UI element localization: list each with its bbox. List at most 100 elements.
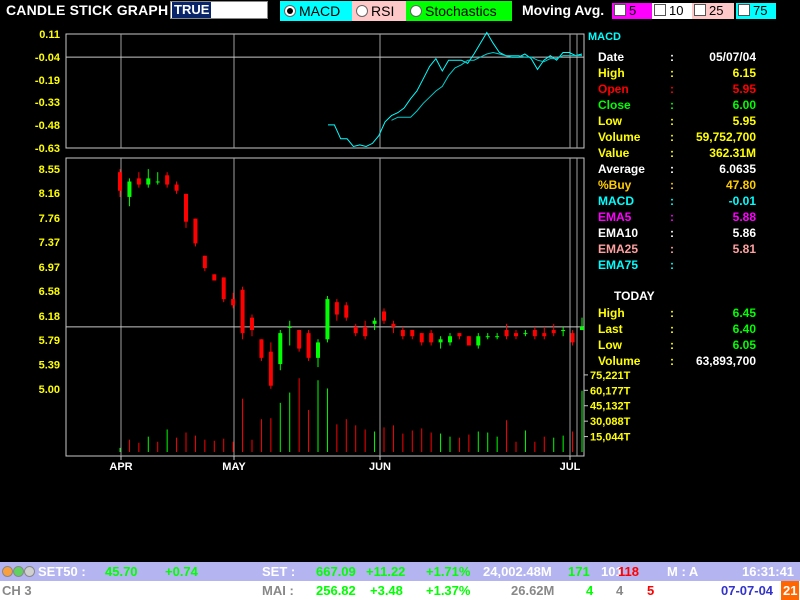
- candle-body: [202, 255, 207, 269]
- info-colon: :: [670, 130, 674, 144]
- info-colon: :: [670, 162, 674, 176]
- info-key: High: [598, 66, 625, 80]
- candle-body: [334, 302, 339, 315]
- ticker-mai-item: 07-07-04: [721, 583, 774, 598]
- info-colon: :: [670, 322, 674, 336]
- info-value: 6.45: [732, 306, 756, 320]
- info-value: 59,752,700: [695, 130, 756, 144]
- x-axis-month-label: JUL: [560, 461, 581, 473]
- info-row-ema25: EMA25: 5.81: [596, 241, 798, 257]
- info-colon: :: [670, 114, 674, 128]
- status-green-icon[interactable]: [13, 566, 24, 577]
- info-row-ema10: EMA10: 5.86: [596, 225, 798, 241]
- info-key: Low: [598, 114, 622, 128]
- candle-body: [316, 342, 320, 358]
- candle-body: [532, 330, 537, 337]
- info-key: Value: [598, 146, 630, 160]
- candle-body: [570, 333, 575, 343]
- info-key: EMA10: [598, 226, 639, 240]
- info-value: 362.31M: [709, 146, 756, 160]
- info-row-average: Average: 6.0635: [596, 161, 798, 177]
- info-row-high: High: 6.45: [596, 305, 798, 321]
- ticker-mai-item: 256.82: [316, 583, 356, 598]
- candle-body: [240, 289, 245, 334]
- info-row-open: Open: 5.95: [596, 81, 798, 97]
- info-key: Close: [598, 98, 631, 112]
- info-row-ema75: EMA75:: [596, 257, 798, 273]
- candle-body: [372, 320, 377, 324]
- candle-body: [400, 330, 405, 337]
- candle-body: [165, 175, 170, 185]
- info-value: 5.86: [732, 226, 756, 240]
- candle-body: [146, 178, 151, 185]
- candle-body: [306, 333, 311, 358]
- candle-body: [429, 333, 434, 343]
- info-key: EMA75: [598, 258, 639, 272]
- candle-body: [118, 172, 122, 191]
- ticker-set-item: 16:31:41: [742, 564, 795, 579]
- candle-body: [551, 330, 556, 334]
- candle-body: [485, 336, 490, 338]
- ticker-mai-item: 5: [647, 583, 655, 598]
- info-value: 6.0635: [719, 162, 756, 176]
- candle-body: [193, 218, 198, 244]
- price-y-tick-label: 6.18: [39, 311, 60, 323]
- candle-body: [514, 333, 518, 337]
- info-colon: :: [670, 258, 674, 272]
- macd-line: [328, 31, 583, 148]
- candle-body: [231, 299, 236, 306]
- candle-body: [410, 330, 415, 337]
- info-key: High: [598, 306, 625, 320]
- ticker-set-bar: SET50 : 45.70 +0.74 SET : 667.09 +11.22 +1.71%…: [0, 562, 800, 581]
- info-value: 6.05: [732, 338, 756, 352]
- candle-body: [155, 181, 160, 183]
- candle-body: [212, 274, 217, 281]
- macd-y-tick-label: -0.33: [35, 97, 60, 109]
- price-y-tick-label: 6.97: [39, 262, 60, 274]
- candle-body: [184, 193, 188, 222]
- ticker-mai-item: +1.37%: [426, 583, 471, 598]
- x-axis-month-label: MAY: [222, 461, 246, 473]
- price-y-tick-label: 7.37: [39, 237, 60, 249]
- info-key: EMA25: [598, 242, 639, 256]
- macd-y-tick-label: -0.63: [35, 143, 60, 155]
- candle-body: [523, 333, 528, 335]
- candle-body: [419, 333, 424, 343]
- candle-body: [325, 299, 330, 340]
- candle-body: [466, 336, 471, 346]
- ticker-mai-item: 26.62M: [511, 583, 555, 598]
- info-colon: :: [670, 354, 674, 368]
- info-colon: :: [670, 82, 674, 96]
- status-orange-icon[interactable]: [2, 566, 13, 577]
- info-key: Low: [598, 338, 622, 352]
- candle-body: [353, 326, 358, 334]
- info-row-last: Last: 6.40: [596, 321, 798, 337]
- ticker-set-item: 118: [618, 564, 639, 579]
- volume-y-tick-label: 45,132T: [590, 401, 631, 413]
- status-gray-icon[interactable]: [24, 566, 35, 577]
- volume-y-tick-label: 15,044T: [590, 432, 631, 444]
- info-row-buy: %Buy: 47.80: [596, 177, 798, 193]
- info-colon: :: [670, 66, 674, 80]
- price-y-tick-label: 5.00: [39, 384, 60, 396]
- info-colon: :: [670, 98, 674, 112]
- candle-body: [268, 351, 273, 386]
- info-colon: :: [670, 194, 674, 208]
- candle-body: [174, 184, 179, 191]
- candle-body: [448, 336, 452, 343]
- volume-y-tick-label: 30,088T: [590, 416, 631, 428]
- info-row-close: Close: 6.00: [596, 97, 798, 113]
- info-colon: :: [670, 242, 674, 256]
- info-key: EMA5: [598, 210, 632, 224]
- ticker-mai-item: +3.48: [370, 583, 403, 598]
- info-value: -0.01: [728, 194, 756, 208]
- ticker-mai-item: MAI :: [262, 583, 294, 598]
- x-axis-month-label: JUN: [369, 461, 391, 473]
- candle-body: [561, 330, 566, 332]
- info-row-volume: Volume: 59,752,700: [596, 129, 798, 145]
- candle-body: [495, 336, 500, 338]
- candle-body: [382, 311, 386, 321]
- info-value: 5.95: [732, 82, 756, 96]
- ticker-mai-item: 4: [616, 583, 624, 598]
- ticker-mai-item: CH 3: [2, 583, 32, 598]
